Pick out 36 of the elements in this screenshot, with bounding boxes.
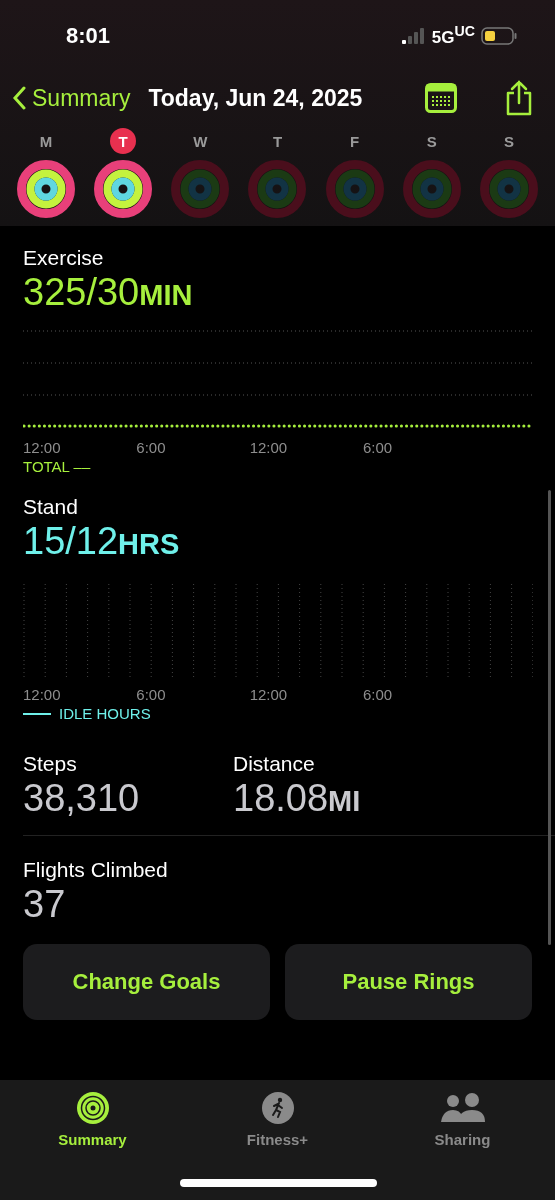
day-tab[interactable]: M xyxy=(33,128,59,154)
date-title: Today, Jun 24, 2025 xyxy=(148,84,364,112)
goal-value: 15/12HRS xyxy=(23,519,181,564)
day-tab[interactable]: W xyxy=(187,128,214,154)
axis-label: 12:00 xyxy=(23,686,62,703)
axis-label: 12:00 xyxy=(23,439,62,456)
back-link[interactable]: Summary xyxy=(12,84,131,112)
day-tab[interactable]: S xyxy=(418,128,445,154)
axis-label: 6:00 xyxy=(136,439,167,456)
day-tab[interactable]: T xyxy=(110,128,137,154)
axis-label: 6:00 xyxy=(136,686,167,703)
stat-label: Distance xyxy=(233,752,316,776)
tab-bar-item[interactable]: Sharing xyxy=(392,1090,533,1149)
day-tab[interactable]: F xyxy=(341,128,368,154)
axis-label: 6:00 xyxy=(363,439,394,456)
action-button[interactable]: Pause Rings xyxy=(285,944,532,1020)
section-title: Stand xyxy=(23,495,79,519)
section-title: Exercise xyxy=(23,246,105,270)
stat-value: 18.08MI xyxy=(233,776,362,821)
day-tab[interactable]: S xyxy=(495,128,522,154)
tab-bar-item[interactable]: Summary xyxy=(22,1090,163,1149)
goal-value: 325/30MIN xyxy=(23,270,194,315)
network-label: 5G$^{UC}$ xyxy=(431,23,475,49)
tab-bar-item[interactable]: Fitness+ xyxy=(207,1090,348,1149)
stat-label: Flights Climbed xyxy=(23,858,169,882)
legend-label: TOTAL –– xyxy=(23,458,91,475)
action-button[interactable]: Change Goals xyxy=(23,944,270,1020)
axis-label: 6:00 xyxy=(363,686,394,703)
axis-label: 12:00 xyxy=(249,686,289,703)
stat-value: 38,310 xyxy=(23,776,141,820)
legend-label: IDLE HOURS xyxy=(59,705,151,722)
axis-label: 12:00 xyxy=(249,439,289,456)
stat-value: 37 xyxy=(23,882,67,926)
stat-label: Steps xyxy=(23,752,78,776)
status-time: 8:01 xyxy=(66,23,111,49)
day-tab[interactable]: T xyxy=(264,128,291,154)
